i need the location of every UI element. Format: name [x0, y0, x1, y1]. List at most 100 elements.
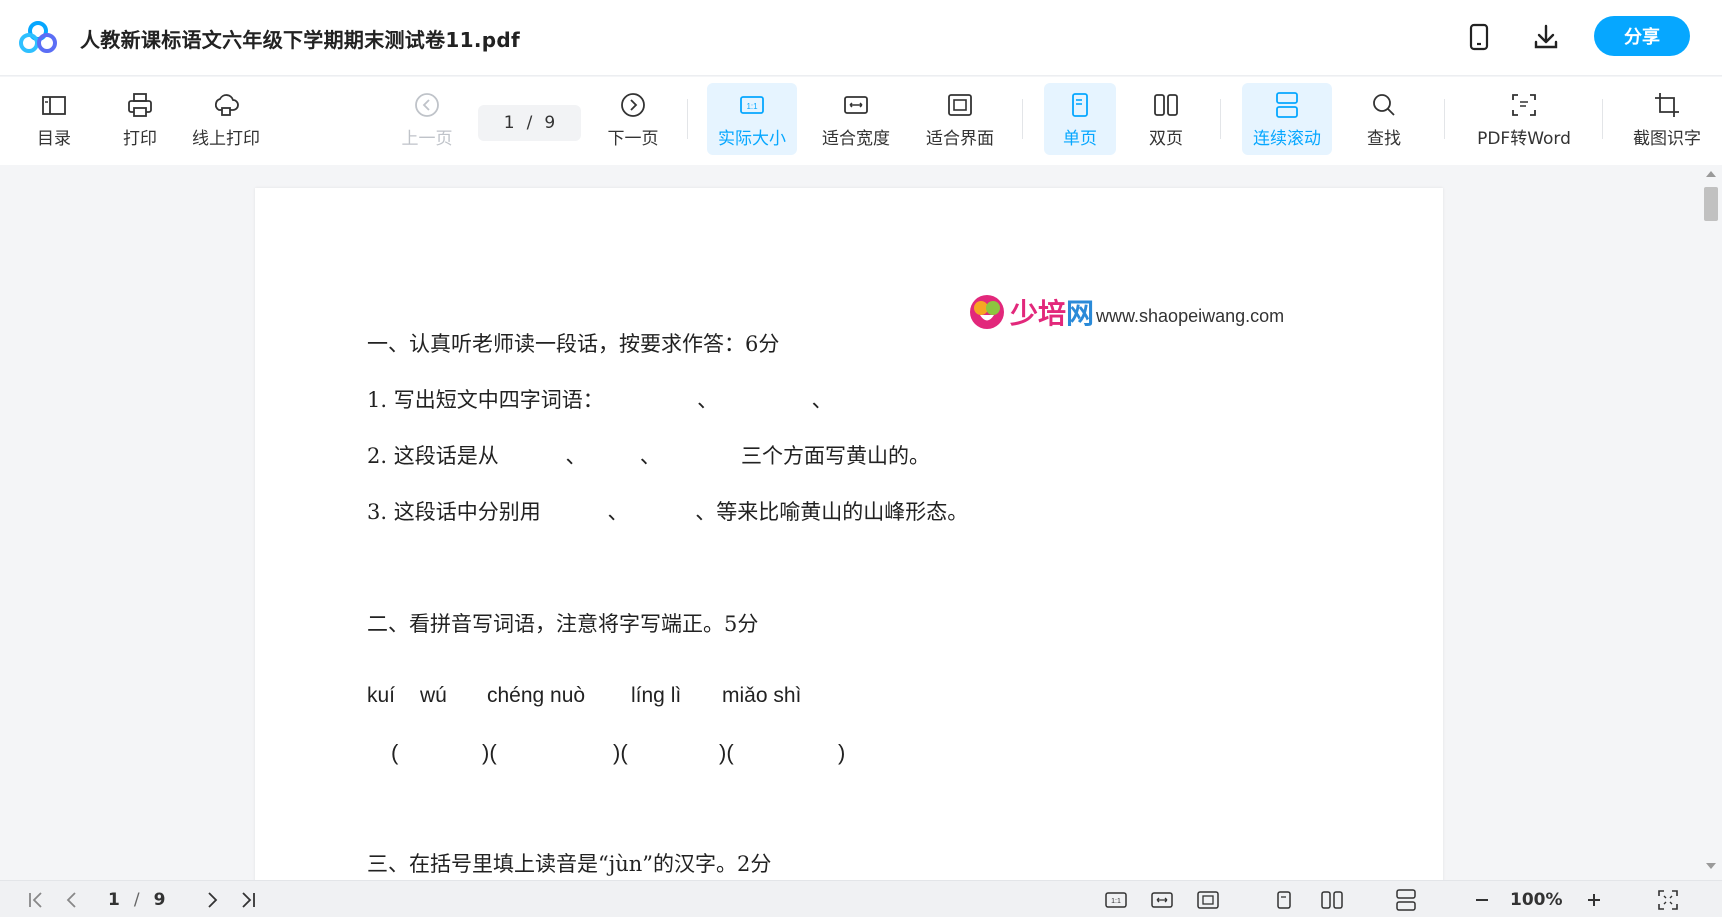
question-line: 3. 这段话中分别用 、 、等来比喻黄山的山峰形态。	[367, 500, 969, 524]
bracket: )(	[613, 740, 628, 765]
single-page-button[interactable]: 单页	[1044, 83, 1116, 155]
question-line: 2. 这段话是从 、 、 三个方面写黄山的。	[367, 444, 930, 468]
online-print-label: 线上打印	[192, 128, 260, 149]
next-page-button[interactable]: 下一页	[604, 83, 662, 155]
fit-screen-button[interactable]: 适合界面	[922, 83, 998, 155]
prev-page-icon[interactable]	[60, 889, 84, 911]
catalog-icon	[42, 95, 66, 115]
document-title: 人教新课标语文六年级下学期期末测试卷11.pdf	[80, 28, 520, 52]
bracket: (	[391, 740, 399, 765]
current-page: 1	[503, 113, 515, 133]
pinyin-word: miǎo shì	[722, 684, 802, 707]
next-page-icon[interactable]	[200, 889, 224, 911]
status-total-pages: 9	[153, 890, 166, 910]
scroll-thumb[interactable]	[1704, 187, 1718, 221]
flower-logo-icon	[970, 295, 1004, 329]
double-page-icon[interactable]	[1320, 889, 1344, 911]
toolbar: 目录 打印 线上打印 上一页 1 / 9 下一页 1:1 实际大小 适合宽度 适…	[0, 77, 1722, 165]
screenshot-ocr-button[interactable]: 截图识字	[1626, 83, 1708, 155]
share-button[interactable]: 分享	[1594, 16, 1690, 56]
printer-icon	[128, 92, 152, 117]
fit-width-button[interactable]: 适合宽度	[818, 83, 894, 155]
status-page-separator: /	[133, 890, 140, 910]
first-page-icon[interactable]	[24, 889, 48, 911]
watermark-text-cn: 少培	[1010, 297, 1067, 330]
actual-size-icon: 1:1	[740, 95, 764, 114]
watermark-url: www.shaopeiwang.com	[1096, 305, 1285, 326]
double-page-icon	[1154, 93, 1178, 116]
app-logo-icon	[18, 20, 58, 54]
separator	[1602, 99, 1603, 139]
next-page-label: 下一页	[607, 128, 659, 149]
scroll-up-arrow-icon[interactable]	[1706, 171, 1716, 177]
vertical-scrollbar[interactable]	[1700, 165, 1722, 880]
continuous-scroll-icon[interactable]	[1394, 889, 1418, 911]
fit-screen-icon	[948, 93, 972, 116]
pdf-page: 少培 网 www.shaopeiwang.com 一、认真听老师读一段话，按要求…	[255, 188, 1443, 880]
page-separator: /	[526, 113, 533, 133]
pinyin-word: kuí	[367, 684, 396, 707]
separator	[1220, 99, 1221, 139]
print-button[interactable]: 打印	[112, 83, 168, 155]
fullscreen-icon[interactable]	[1656, 889, 1680, 911]
actual-size-button[interactable]: 1:1 实际大小	[707, 83, 797, 155]
actual-size-label: 实际大小	[718, 128, 786, 149]
status-page-indicator: 1 / 9	[108, 890, 165, 910]
page-number-input[interactable]: 1 / 9	[478, 105, 581, 141]
zoom-level: 100%	[1510, 890, 1563, 910]
svg-text:1:1: 1:1	[1111, 898, 1121, 905]
watermark-text-cn2: 网	[1066, 297, 1095, 330]
pdf-to-word-label: PDF转Word	[1477, 128, 1571, 149]
continuous-scroll-icon	[1276, 91, 1298, 118]
double-page-label: 双页	[1149, 128, 1183, 149]
single-page-icon	[1072, 92, 1088, 117]
bracket: )(	[482, 740, 497, 765]
separator	[687, 99, 688, 139]
pinyin-word: chéng nuò	[487, 684, 586, 707]
pinyin-word: wú	[420, 684, 447, 707]
fit-width-icon	[844, 95, 868, 114]
catalog-label: 目录	[37, 128, 71, 149]
continuous-scroll-label: 连续滚动	[1253, 128, 1321, 149]
section-heading: 三、在括号里填上读音是“jùn”的汉字。2分	[367, 852, 772, 876]
document-viewer[interactable]: 少培 网 www.shaopeiwang.com 一、认真听老师读一段话，按要求…	[0, 165, 1700, 880]
fit-width-icon[interactable]	[1150, 889, 1174, 911]
section-heading: 一、认真听老师读一段话，按要求作答：6分	[367, 332, 780, 356]
fit-width-label: 适合宽度	[822, 128, 890, 149]
separator	[1444, 99, 1445, 139]
section-heading: 二、看拼音写词语，注意将字写端正。5分	[367, 612, 759, 636]
scroll-down-arrow-icon[interactable]	[1706, 863, 1716, 869]
actual-size-icon[interactable]: 1:1	[1104, 889, 1128, 911]
pdf-to-word-button[interactable]: PDF转Word	[1474, 83, 1574, 155]
find-button[interactable]: 查找	[1354, 83, 1414, 155]
svg-text:1:1: 1:1	[746, 102, 758, 111]
double-page-button[interactable]: 双页	[1130, 83, 1202, 155]
fit-screen-icon[interactable]	[1196, 889, 1220, 911]
pinyin-word: líng lì	[631, 684, 682, 707]
total-pages: 9	[544, 113, 556, 133]
mobile-icon[interactable]	[1463, 20, 1495, 54]
single-page-icon[interactable]	[1272, 889, 1296, 911]
chevron-right-circle-icon	[621, 92, 645, 117]
single-page-label: 单页	[1063, 128, 1097, 149]
last-page-icon[interactable]	[236, 889, 260, 911]
zoom-out-icon[interactable]	[1470, 889, 1494, 911]
find-label: 查找	[1367, 128, 1401, 149]
fit-screen-label: 适合界面	[926, 128, 994, 149]
watermark: 少培 网 www.shaopeiwang.com	[968, 292, 1284, 332]
status-current-page: 1	[108, 890, 120, 910]
bracket: )(	[719, 740, 734, 765]
search-icon	[1373, 93, 1395, 116]
crop-icon	[1655, 92, 1679, 117]
screenshot-ocr-label: 截图识字	[1633, 128, 1701, 149]
title-bar: 人教新课标语文六年级下学期期末测试卷11.pdf 分享	[0, 0, 1722, 76]
print-label: 打印	[123, 128, 157, 149]
online-print-button[interactable]: 线上打印	[186, 83, 266, 155]
zoom-in-icon[interactable]	[1582, 889, 1606, 911]
convert-icon	[1512, 93, 1536, 116]
catalog-button[interactable]: 目录	[28, 83, 80, 155]
prev-page-button[interactable]: 上一页	[398, 83, 456, 155]
continuous-scroll-button[interactable]: 连续滚动	[1242, 83, 1332, 155]
download-icon[interactable]	[1530, 20, 1562, 54]
prev-page-label: 上一页	[401, 128, 453, 149]
